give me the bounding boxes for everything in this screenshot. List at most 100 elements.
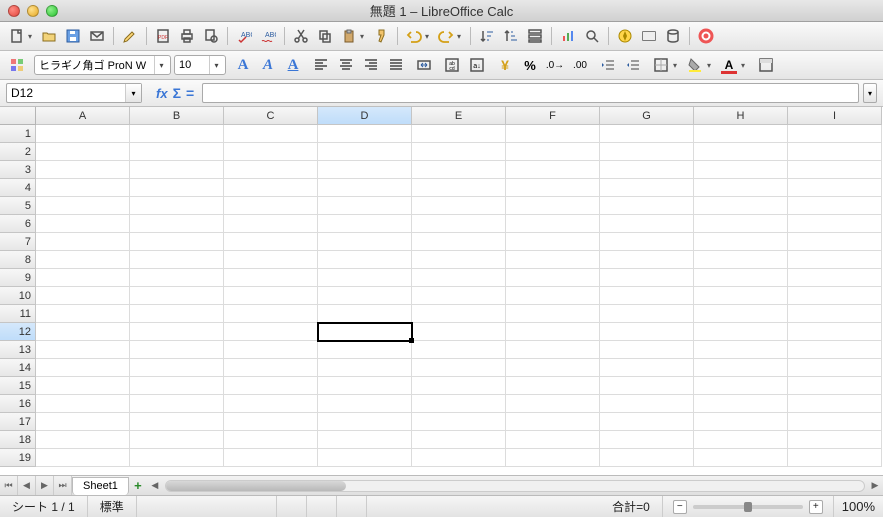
cell[interactable] (130, 359, 224, 377)
cell[interactable] (224, 179, 318, 197)
cell[interactable] (130, 197, 224, 215)
sort-asc-button[interactable] (476, 25, 498, 47)
cell[interactable] (36, 449, 130, 467)
cell[interactable] (788, 251, 882, 269)
cell[interactable] (788, 449, 882, 467)
cell[interactable] (600, 305, 694, 323)
decrease-indent-button[interactable] (597, 54, 619, 76)
cell[interactable] (36, 251, 130, 269)
cell[interactable] (788, 197, 882, 215)
autospellcheck-button[interactable]: ABC (257, 25, 279, 47)
cell[interactable] (788, 233, 882, 251)
cell[interactable] (506, 143, 600, 161)
edit-document-button[interactable] (119, 25, 141, 47)
cell[interactable] (506, 431, 600, 449)
cell[interactable] (130, 233, 224, 251)
font-name-combo[interactable]: ▾ (34, 55, 171, 75)
increase-indent-button[interactable] (622, 54, 644, 76)
cell[interactable] (506, 395, 600, 413)
cell[interactable] (600, 431, 694, 449)
row-header[interactable]: 5 (0, 197, 36, 215)
column-header[interactable]: C (224, 107, 318, 125)
cell[interactable] (224, 215, 318, 233)
cell[interactable] (36, 377, 130, 395)
cell[interactable] (506, 233, 600, 251)
find-replace-button[interactable] (581, 25, 603, 47)
cell[interactable] (36, 233, 130, 251)
cell[interactable] (600, 179, 694, 197)
cell[interactable] (318, 359, 412, 377)
cell[interactable] (506, 215, 600, 233)
cell[interactable] (600, 413, 694, 431)
horizontal-scrollbar[interactable]: ◀ ▶ (147, 476, 883, 495)
cell[interactable] (694, 377, 788, 395)
cell[interactable] (130, 431, 224, 449)
font-size-input[interactable] (179, 57, 209, 73)
cell[interactable] (412, 197, 506, 215)
sort-desc-button[interactable] (500, 25, 522, 47)
cell[interactable] (694, 179, 788, 197)
zoom-window-button[interactable] (46, 5, 58, 17)
cell[interactable] (36, 323, 130, 341)
row-header[interactable]: 12 (0, 323, 36, 341)
row-header[interactable]: 16 (0, 395, 36, 413)
cell[interactable] (224, 305, 318, 323)
column-header[interactable]: G (600, 107, 694, 125)
cell[interactable] (412, 233, 506, 251)
row-header[interactable]: 9 (0, 269, 36, 287)
row-header[interactable]: 4 (0, 179, 36, 197)
paste-dropdown[interactable]: ▾ (360, 32, 368, 41)
cell[interactable] (600, 143, 694, 161)
cell[interactable] (224, 359, 318, 377)
undo-dropdown[interactable]: ▾ (425, 32, 433, 41)
background-color-button[interactable] (684, 54, 706, 76)
row-header[interactable]: 15 (0, 377, 36, 395)
cell[interactable] (412, 359, 506, 377)
cell[interactable] (412, 251, 506, 269)
spreadsheet-grid[interactable]: ABCDEFGHI12345678910111213141516171819 (0, 107, 883, 475)
cell[interactable] (788, 413, 882, 431)
add-sheet-button[interactable]: + (129, 476, 147, 495)
cell[interactable] (694, 395, 788, 413)
cell[interactable] (600, 287, 694, 305)
font-color-dropdown[interactable]: ▾ (741, 61, 749, 70)
cell[interactable] (506, 287, 600, 305)
cell[interactable] (600, 161, 694, 179)
row-header[interactable]: 8 (0, 251, 36, 269)
paste-button[interactable] (338, 25, 360, 47)
cell[interactable] (694, 251, 788, 269)
cell[interactable] (412, 395, 506, 413)
copy-button[interactable] (314, 25, 336, 47)
cell[interactable] (600, 341, 694, 359)
cell[interactable] (224, 323, 318, 341)
cell[interactable] (36, 287, 130, 305)
cell[interactable] (600, 197, 694, 215)
font-name-input[interactable] (39, 57, 154, 73)
cell[interactable] (600, 125, 694, 143)
cell[interactable] (694, 287, 788, 305)
cell[interactable] (600, 395, 694, 413)
align-center-button[interactable] (335, 54, 357, 76)
cell[interactable] (506, 125, 600, 143)
cell[interactable] (694, 413, 788, 431)
cell[interactable] (600, 269, 694, 287)
cell[interactable] (318, 233, 412, 251)
cell[interactable] (318, 431, 412, 449)
name-box[interactable]: ▾ (6, 83, 142, 103)
formula-expand-button[interactable]: ▾ (863, 83, 877, 103)
cell[interactable] (318, 161, 412, 179)
cell[interactable] (224, 287, 318, 305)
cell[interactable] (318, 215, 412, 233)
cell[interactable] (412, 161, 506, 179)
column-header[interactable]: E (412, 107, 506, 125)
cell[interactable] (788, 431, 882, 449)
cell[interactable] (130, 323, 224, 341)
column-header[interactable]: A (36, 107, 130, 125)
cell[interactable] (788, 269, 882, 287)
text-direction-button[interactable]: a↓ (466, 54, 488, 76)
sum-average-status[interactable]: 合計=0 (367, 496, 663, 517)
function-equals-button[interactable]: = (186, 85, 194, 101)
cell[interactable] (36, 341, 130, 359)
cell[interactable] (224, 161, 318, 179)
cell[interactable] (224, 377, 318, 395)
